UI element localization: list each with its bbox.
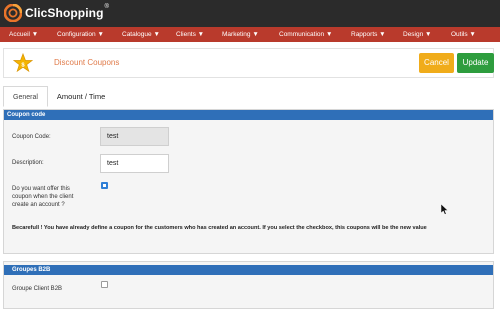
offer-on-account-checkbox[interactable]: [101, 182, 108, 189]
menu-marketing[interactable]: Marketing ▼: [222, 27, 259, 42]
menu-accueil[interactable]: Accueil ▼: [9, 27, 38, 42]
registered-mark: ®: [104, 4, 109, 10]
menu-design[interactable]: Design ▼: [403, 27, 431, 42]
menu-rapports[interactable]: Rapports ▼: [351, 27, 386, 42]
page-title: Discount Coupons: [54, 58, 120, 67]
warning-message: Becarefull ! You have already define a c…: [12, 225, 427, 231]
menu-catalogue[interactable]: Catalogue ▼: [122, 27, 160, 42]
menu-communication[interactable]: Communication ▼: [279, 27, 332, 42]
logo[interactable]: ClicShopping ®: [4, 3, 109, 23]
menu-clients[interactable]: Clients ▼: [176, 27, 204, 42]
mouse-cursor-icon: [441, 204, 449, 215]
menu-configuration[interactable]: Configuration ▼: [57, 27, 104, 42]
b2b-group-label: Groupe Client B2B: [12, 286, 63, 292]
description-field[interactable]: test: [100, 154, 169, 173]
coupon-star-icon: $: [13, 53, 33, 73]
coupon-code-label: Coupon Code:: [12, 134, 51, 140]
page-header: $ Discount Coupons Cancel Update: [3, 48, 494, 78]
cancel-button[interactable]: Cancel: [419, 53, 454, 73]
menu-outils[interactable]: Outils ▼: [451, 27, 476, 42]
logo-icon: [4, 4, 22, 22]
tab-bar: General Amount / Time: [3, 86, 114, 107]
section-title: Groupes B2B: [4, 265, 493, 275]
description-label: Description:: [12, 160, 44, 166]
coupon-code-field[interactable]: test: [100, 127, 169, 146]
offer-on-account-label: Do you want offer this coupon when the c…: [12, 186, 74, 208]
top-bar: ClicShopping ®: [0, 0, 500, 27]
b2b-group-checkbox[interactable]: [101, 281, 108, 288]
b2b-groups-section: Groupes B2B Groupe Client B2B: [3, 261, 494, 309]
main-menu: Accueil ▼ Configuration ▼ Catalogue ▼ Cl…: [0, 27, 500, 42]
logo-text: ClicShopping: [25, 6, 104, 20]
update-button[interactable]: Update: [457, 53, 494, 73]
tab-amount-time[interactable]: Amount / Time: [48, 86, 114, 107]
coupon-code-section: Coupon code Coupon Code: test Descriptio…: [3, 109, 494, 254]
tab-general[interactable]: General: [3, 86, 48, 107]
section-title: Coupon code: [4, 110, 493, 120]
